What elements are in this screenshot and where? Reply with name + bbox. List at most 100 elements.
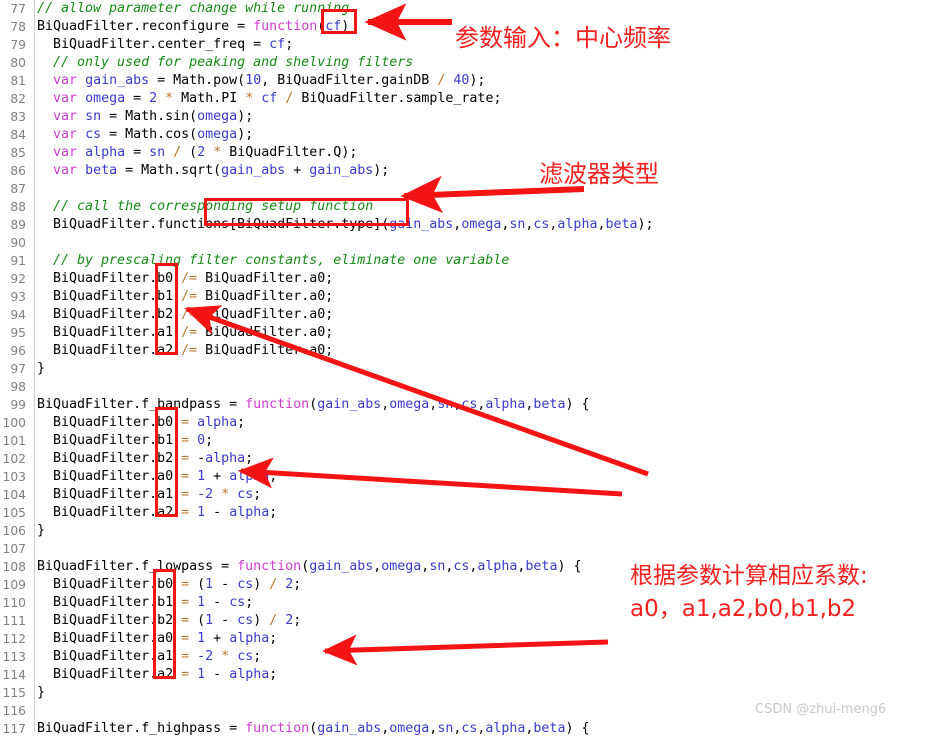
code-token: cf: [261, 91, 278, 106]
line-number: 117: [2, 722, 26, 736]
line-number: 100: [2, 416, 26, 430]
line-number: 112: [2, 632, 26, 646]
code-token: ;: [293, 577, 302, 592]
code-line[interactable]: 80 // only used for peaking and shelving…: [0, 54, 926, 72]
code-line[interactable]: 104 BiQuadFilter.a1 = -2 * cs;: [0, 486, 926, 504]
code-line[interactable]: 113 BiQuadFilter.a1 = -2 * cs;: [0, 648, 926, 666]
code-token: sn: [429, 559, 446, 574]
code-token: alpha: [85, 145, 126, 160]
code-token: var: [53, 145, 78, 160]
code-token: alpha: [205, 451, 246, 466]
line-number: 93: [10, 290, 26, 304]
code-line[interactable]: 87: [0, 180, 926, 198]
code-line[interactable]: 101 BiQuadFilter.b1 = 0;: [0, 432, 926, 450]
code-line[interactable]: 81 var gain_abs = Math.pow(10, BiQuadFil…: [0, 72, 926, 90]
code-line-text: BiQuadFilter.a2 /= BiQuadFilter.a0;: [33, 342, 333, 360]
code-token: BiQuadFilter.a0;: [197, 343, 334, 358]
code-token: Math.PI: [173, 91, 246, 106]
code-token: -: [205, 595, 230, 610]
code-token: cs: [461, 397, 478, 412]
line-number: 111: [2, 614, 26, 628]
line-number: 98: [10, 380, 26, 394]
line-number: 110: [2, 596, 26, 610]
line-number: 96: [10, 344, 26, 358]
code-line[interactable]: 114 BiQuadFilter.a2 = 1 - alpha;: [0, 666, 926, 684]
line-number: 79: [10, 38, 26, 52]
code-line-text: BiQuadFilter.center_freq = cf;: [33, 36, 293, 54]
code-line[interactable]: 89 BiQuadFilter.functions[BiQuadFilter.t…: [0, 216, 926, 234]
code-line[interactable]: 85 var alpha = sn / (2 * BiQuadFilter.Q)…: [0, 144, 926, 162]
code-line[interactable]: 82 var omega = 2 * Math.PI * cf / BiQuad…: [0, 90, 926, 108]
code-token: sn: [437, 721, 454, 736]
code-token: (: [309, 397, 318, 412]
line-number: 77: [10, 2, 26, 16]
code-line[interactable]: 90: [0, 234, 926, 252]
line-number: 82: [10, 92, 26, 106]
code-token: =: [181, 631, 190, 646]
code-line[interactable]: 97}: [0, 360, 926, 378]
code-line[interactable]: 96 BiQuadFilter.a2 /= BiQuadFilter.a0;: [0, 342, 926, 360]
code-token: cs: [453, 559, 470, 574]
line-number: 84: [10, 128, 26, 142]
code-line[interactable]: 95 BiQuadFilter.a1 /= BiQuadFilter.a0;: [0, 324, 926, 342]
code-token: -: [205, 667, 230, 682]
code-token: =: [181, 649, 190, 664]
code-token: var: [53, 127, 78, 142]
code-line[interactable]: 77 // allow parameter change while runnin…: [0, 0, 926, 18]
code-token: 40: [453, 73, 470, 88]
code-token: var: [53, 73, 78, 88]
code-line[interactable]: 106}: [0, 522, 926, 540]
line-number: 101: [2, 434, 26, 448]
line-number: 85: [10, 146, 26, 160]
code-token: ;: [253, 487, 262, 502]
code-line[interactable]: 117 BiQuadFilter.f_highpass = function(ga…: [0, 720, 926, 738]
code-line[interactable]: 88 // call the corresponding setup funct…: [0, 198, 926, 216]
code-line-text: BiQuadFilter.a1 /= BiQuadFilter.a0;: [33, 324, 333, 342]
code-line[interactable]: 93 BiQuadFilter.b1 /= BiQuadFilter.a0;: [0, 288, 926, 306]
code-line[interactable]: 91 // by prescaling filter constants, el…: [0, 252, 926, 270]
code-line[interactable]: 102 BiQuadFilter.b2 = -alpha;: [0, 450, 926, 468]
code-line[interactable]: 94 BiQuadFilter.b2 /= BiQuadFilter.a0;: [0, 306, 926, 324]
code-token: +: [285, 163, 310, 178]
code-line[interactable]: 100 BiQuadFilter.b0 = alpha;: [0, 414, 926, 432]
code-line-text: BiQuadFilter.f_highpass = function(gain_…: [33, 720, 589, 738]
code-token: omega: [197, 127, 238, 142]
code-line[interactable]: 105 BiQuadFilter.a2 = 1 - alpha;: [0, 504, 926, 522]
code-line[interactable]: 99 BiQuadFilter.f_bandpass = function(gai…: [0, 396, 926, 414]
line-number: 87: [10, 182, 26, 196]
code-line[interactable]: 86 var beta = Math.sqrt(gain_abs + gain_…: [0, 162, 926, 180]
code-line-text: BiQuadFilter.b2 = -alpha;: [33, 450, 253, 468]
code-token: =: [125, 145, 150, 160]
code-token: ;: [253, 649, 262, 664]
code-token: );: [237, 109, 254, 124]
code-token: 1: [197, 595, 206, 610]
code-line[interactable]: 84 var cs = Math.cos(omega);: [0, 126, 926, 144]
code-token: 1: [197, 667, 206, 682]
code-token: /=: [181, 325, 198, 340]
code-line[interactable]: 92 BiQuadFilter.b0 /= BiQuadFilter.a0;: [0, 270, 926, 288]
code-token: beta: [533, 397, 566, 412]
code-token: (: [181, 145, 198, 160]
code-line[interactable]: 115}: [0, 684, 926, 702]
code-line[interactable]: 112 BiQuadFilter.a0 = 1 + alpha;: [0, 630, 926, 648]
code-token: =: [181, 415, 190, 430]
code-token: alpha: [229, 505, 270, 520]
code-line-text: BiQuadFilter.a1 = -2 * cs;: [33, 648, 261, 666]
code-token: 0: [197, 433, 206, 448]
line-number: 115: [2, 686, 26, 700]
line-number: 94: [10, 308, 26, 322]
code-line[interactable]: 98: [0, 378, 926, 396]
code-line-text: BiQuadFilter.b2 /= BiQuadFilter.a0;: [33, 306, 333, 324]
code-line-text: var alpha = sn / (2 * BiQuadFilter.Q);: [33, 144, 357, 162]
code-line[interactable]: 103 BiQuadFilter.a0 = 1 + alpha;: [0, 468, 926, 486]
code-line[interactable]: 83 var sn = Math.sin(omega);: [0, 108, 926, 126]
